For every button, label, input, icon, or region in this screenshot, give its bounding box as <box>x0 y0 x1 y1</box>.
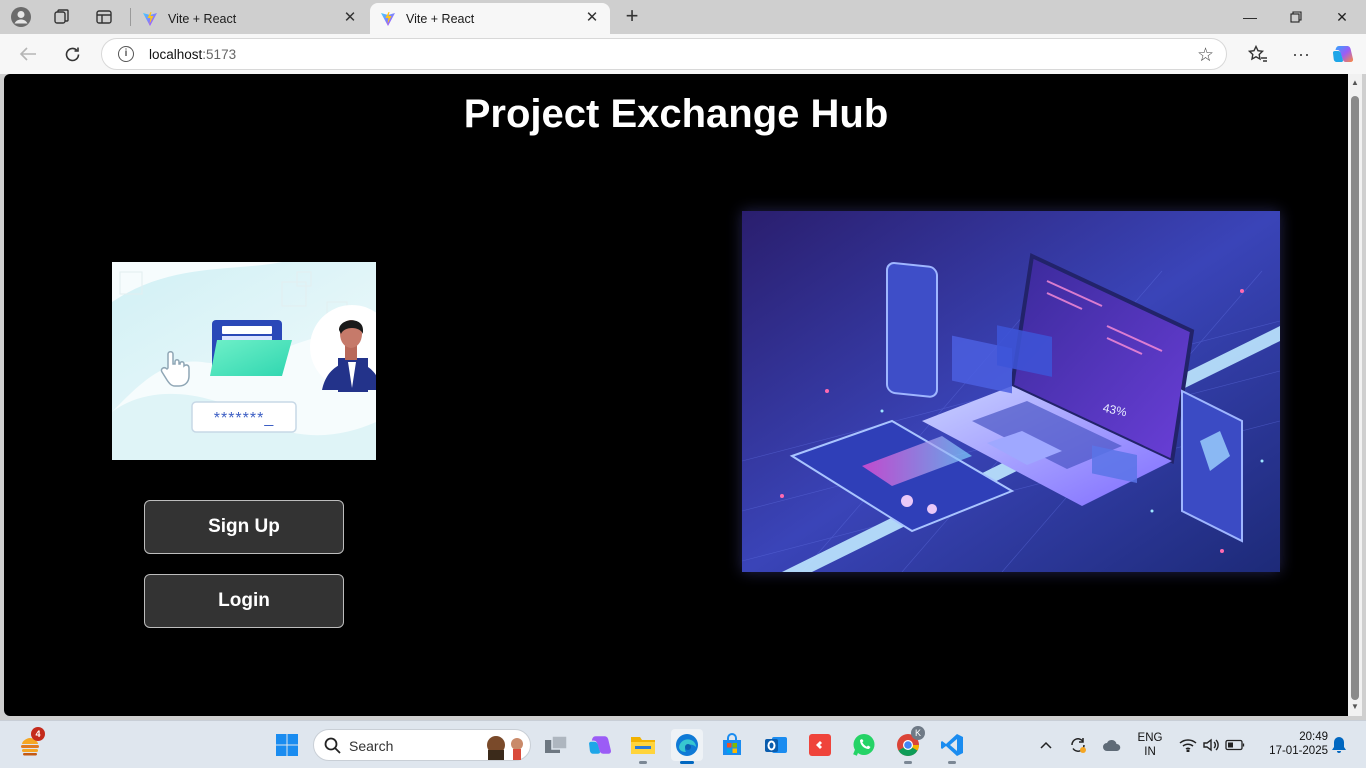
vscode-icon[interactable] <box>936 729 968 764</box>
close-tab-icon[interactable]: ✕ <box>342 10 358 26</box>
tech-illustration: 43% <box>742 211 1280 572</box>
start-windows-icon[interactable] <box>271 729 303 761</box>
outlook-icon[interactable] <box>760 729 792 761</box>
region-code: IN <box>1144 746 1156 758</box>
scroll-down-arrow-icon[interactable]: ▼ <box>1350 702 1360 712</box>
widgets-badge: 4 <box>31 727 45 741</box>
taskbar-search-input[interactable]: Search <box>313 729 531 761</box>
new-tab-button[interactable]: + <box>620 5 644 29</box>
onedrive-cloud-icon[interactable] <box>1098 729 1126 761</box>
vite-favicon-icon <box>381 11 395 26</box>
tab-title: Vite + React <box>168 11 237 26</box>
volume-icon[interactable] <box>1199 729 1223 761</box>
page-title: Project Exchange Hub <box>463 92 889 136</box>
copilot-app-icon[interactable] <box>584 729 616 761</box>
tab-vite-react-2[interactable]: Vite + React ✕ <box>370 3 610 34</box>
taskbar: 4 Search K ENG IN 20:49 17-01-2025 <box>0 720 1366 768</box>
search-highlight-icon <box>487 736 523 760</box>
sync-icon[interactable] <box>1064 729 1092 761</box>
tab-title: Vite + React <box>406 11 475 26</box>
search-icon <box>324 737 341 754</box>
file-explorer-icon[interactable] <box>627 729 659 764</box>
clock-date: 17-01-2025 <box>1269 745 1328 757</box>
anydesk-icon[interactable] <box>804 729 836 761</box>
restore-icon[interactable] <box>1284 6 1308 28</box>
chrome-profile-badge: K <box>911 726 925 740</box>
sign-up-button[interactable]: Sign Up <box>144 500 344 554</box>
clock[interactable]: 20:49 17-01-2025 <box>1256 730 1328 758</box>
tab-strip: Vite + React ✕ Vite + React ✕ + — ✕ <box>0 0 1366 34</box>
battery-icon[interactable] <box>1222 729 1248 761</box>
running-indicator <box>904 761 912 764</box>
url-text: localhost:5173 <box>149 47 237 62</box>
show-hidden-icons-chevron-icon[interactable] <box>1032 729 1060 761</box>
vite-favicon-icon <box>143 11 157 26</box>
language-indicator[interactable]: ENG IN <box>1132 731 1168 759</box>
favorites-icon[interactable] <box>1245 42 1271 66</box>
notification-bell-icon[interactable] <box>1326 729 1352 761</box>
task-view-icon[interactable] <box>540 729 572 761</box>
back-arrow-icon[interactable] <box>15 42 41 66</box>
password-mask-text: *******_ <box>214 410 275 427</box>
search-placeholder: Search <box>349 738 394 754</box>
running-indicator <box>639 761 647 764</box>
close-tab-icon[interactable]: ✕ <box>584 10 600 26</box>
favorite-star-icon[interactable]: ☆ <box>1197 44 1214 67</box>
site-info-icon[interactable]: i <box>118 46 134 62</box>
edge-browser-icon[interactable] <box>671 729 703 764</box>
copilot-icon[interactable] <box>1330 42 1356 66</box>
scroll-up-arrow-icon[interactable]: ▲ <box>1350 78 1360 88</box>
vertical-tabs-icon[interactable] <box>92 6 116 28</box>
address-bar[interactable]: i localhost:5173 ☆ <box>101 38 1227 70</box>
running-indicator <box>680 761 694 764</box>
browser-toolbar: i localhost:5173 ☆ ··· <box>0 34 1366 74</box>
profile-icon[interactable] <box>9 6 33 28</box>
chrome-icon[interactable]: K <box>892 726 925 764</box>
whatsapp-icon[interactable] <box>848 729 880 761</box>
page-viewport: Project Exchange Hub *******_ Sign Up Lo… <box>4 74 1348 716</box>
close-window-icon[interactable]: ✕ <box>1330 6 1354 28</box>
widgets-icon[interactable]: 4 <box>14 727 46 761</box>
login-button[interactable]: Login <box>144 574 344 628</box>
more-options-icon[interactable]: ··· <box>1288 42 1314 66</box>
language-code: ENG <box>1137 732 1163 744</box>
login-illustration: *******_ <box>112 262 376 460</box>
wifi-icon[interactable] <box>1176 729 1200 761</box>
microsoft-store-icon[interactable] <box>716 729 748 761</box>
scrollbar-thumb[interactable] <box>1351 96 1359 700</box>
tab-vite-react-1[interactable]: Vite + React ✕ <box>132 3 368 34</box>
page-scrollbar[interactable]: ▲ ▼ <box>1348 74 1362 716</box>
tab-separator <box>130 8 131 26</box>
refresh-icon[interactable] <box>59 42 85 66</box>
clock-time: 20:49 <box>1299 731 1328 743</box>
running-indicator <box>948 761 956 764</box>
minimize-icon[interactable]: — <box>1238 6 1262 28</box>
workspaces-icon[interactable] <box>50 6 74 28</box>
